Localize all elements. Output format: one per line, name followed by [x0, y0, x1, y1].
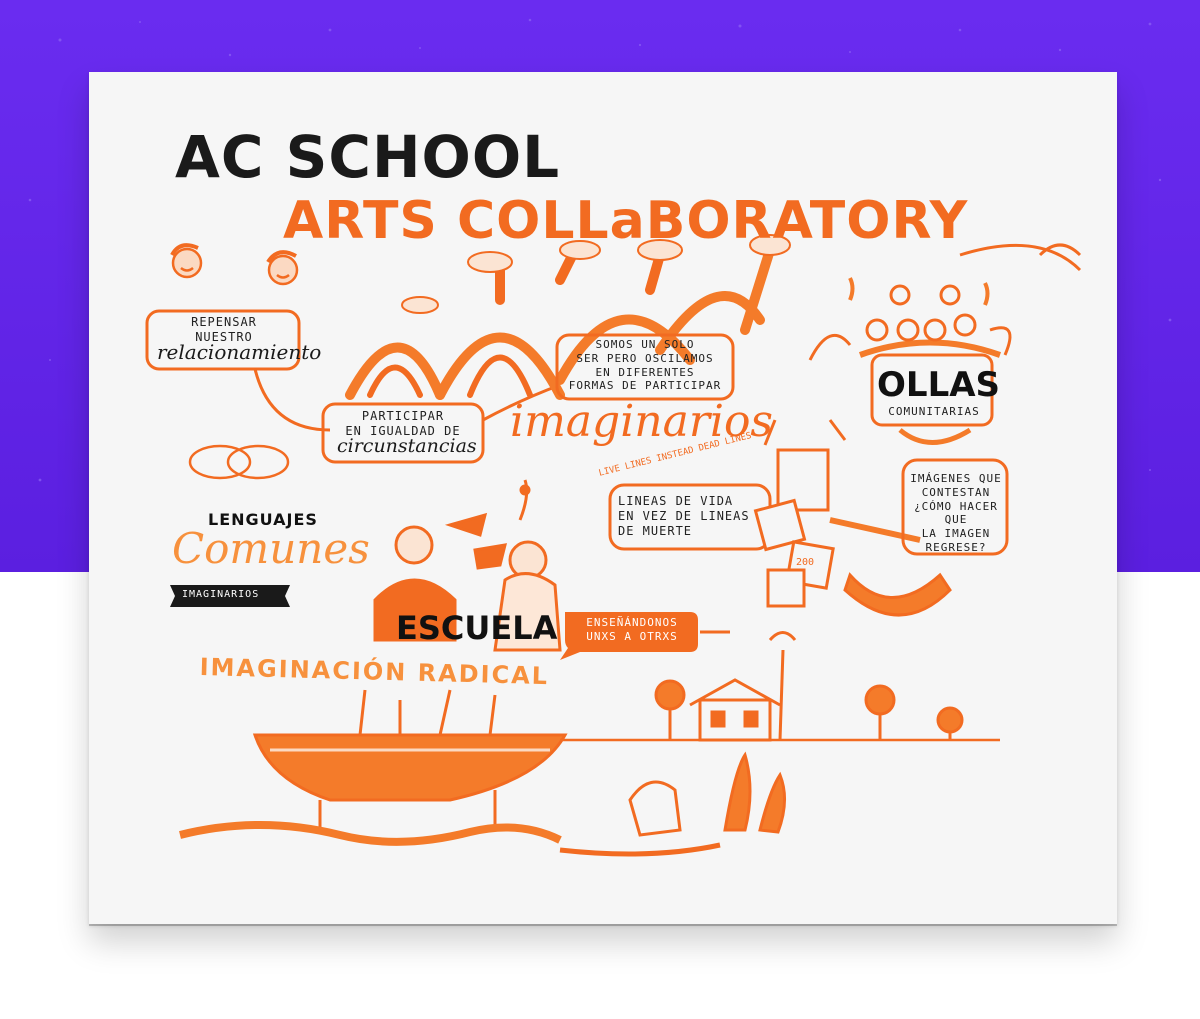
- chat-bubbles-icon: [188, 444, 290, 480]
- ensenandonos-text: ENSEÑÁNDONOS UNXS A OTRXS: [586, 616, 678, 643]
- title-ac-school: AC SCHOOL: [175, 123, 561, 191]
- ollas-title: OLLAS: [877, 365, 1001, 405]
- paper-number: 200: [796, 557, 815, 568]
- title-arts-collaboratory: ARTS COLLaBORATORY: [283, 191, 969, 251]
- somos-text: SOMOS UN SOLO SER PERO OSCILAMOS EN DIFE…: [568, 338, 722, 393]
- face-icon-left: [170, 243, 203, 279]
- imagenes-text: IMÁGENES QUE CONTESTAN ¿CÓMO HACER QUE L…: [910, 472, 1002, 554]
- comunes-text: Comunes: [172, 524, 370, 573]
- connector-line: [253, 368, 331, 432]
- escuela-text: ESCUELA: [396, 609, 558, 647]
- relacionamiento-text: relacionamiento: [157, 340, 322, 364]
- comunitarias-text: COMUNITARIAS: [888, 405, 980, 418]
- imaginarios-banner: IMAGINARIOS: [182, 589, 260, 600]
- lineas-text: LINEAS DE VIDA EN VEZ DE LINEAS DE MUERT…: [618, 494, 750, 538]
- face-icon-right: [266, 250, 299, 286]
- circunstancias-text: circunstancias: [337, 435, 477, 457]
